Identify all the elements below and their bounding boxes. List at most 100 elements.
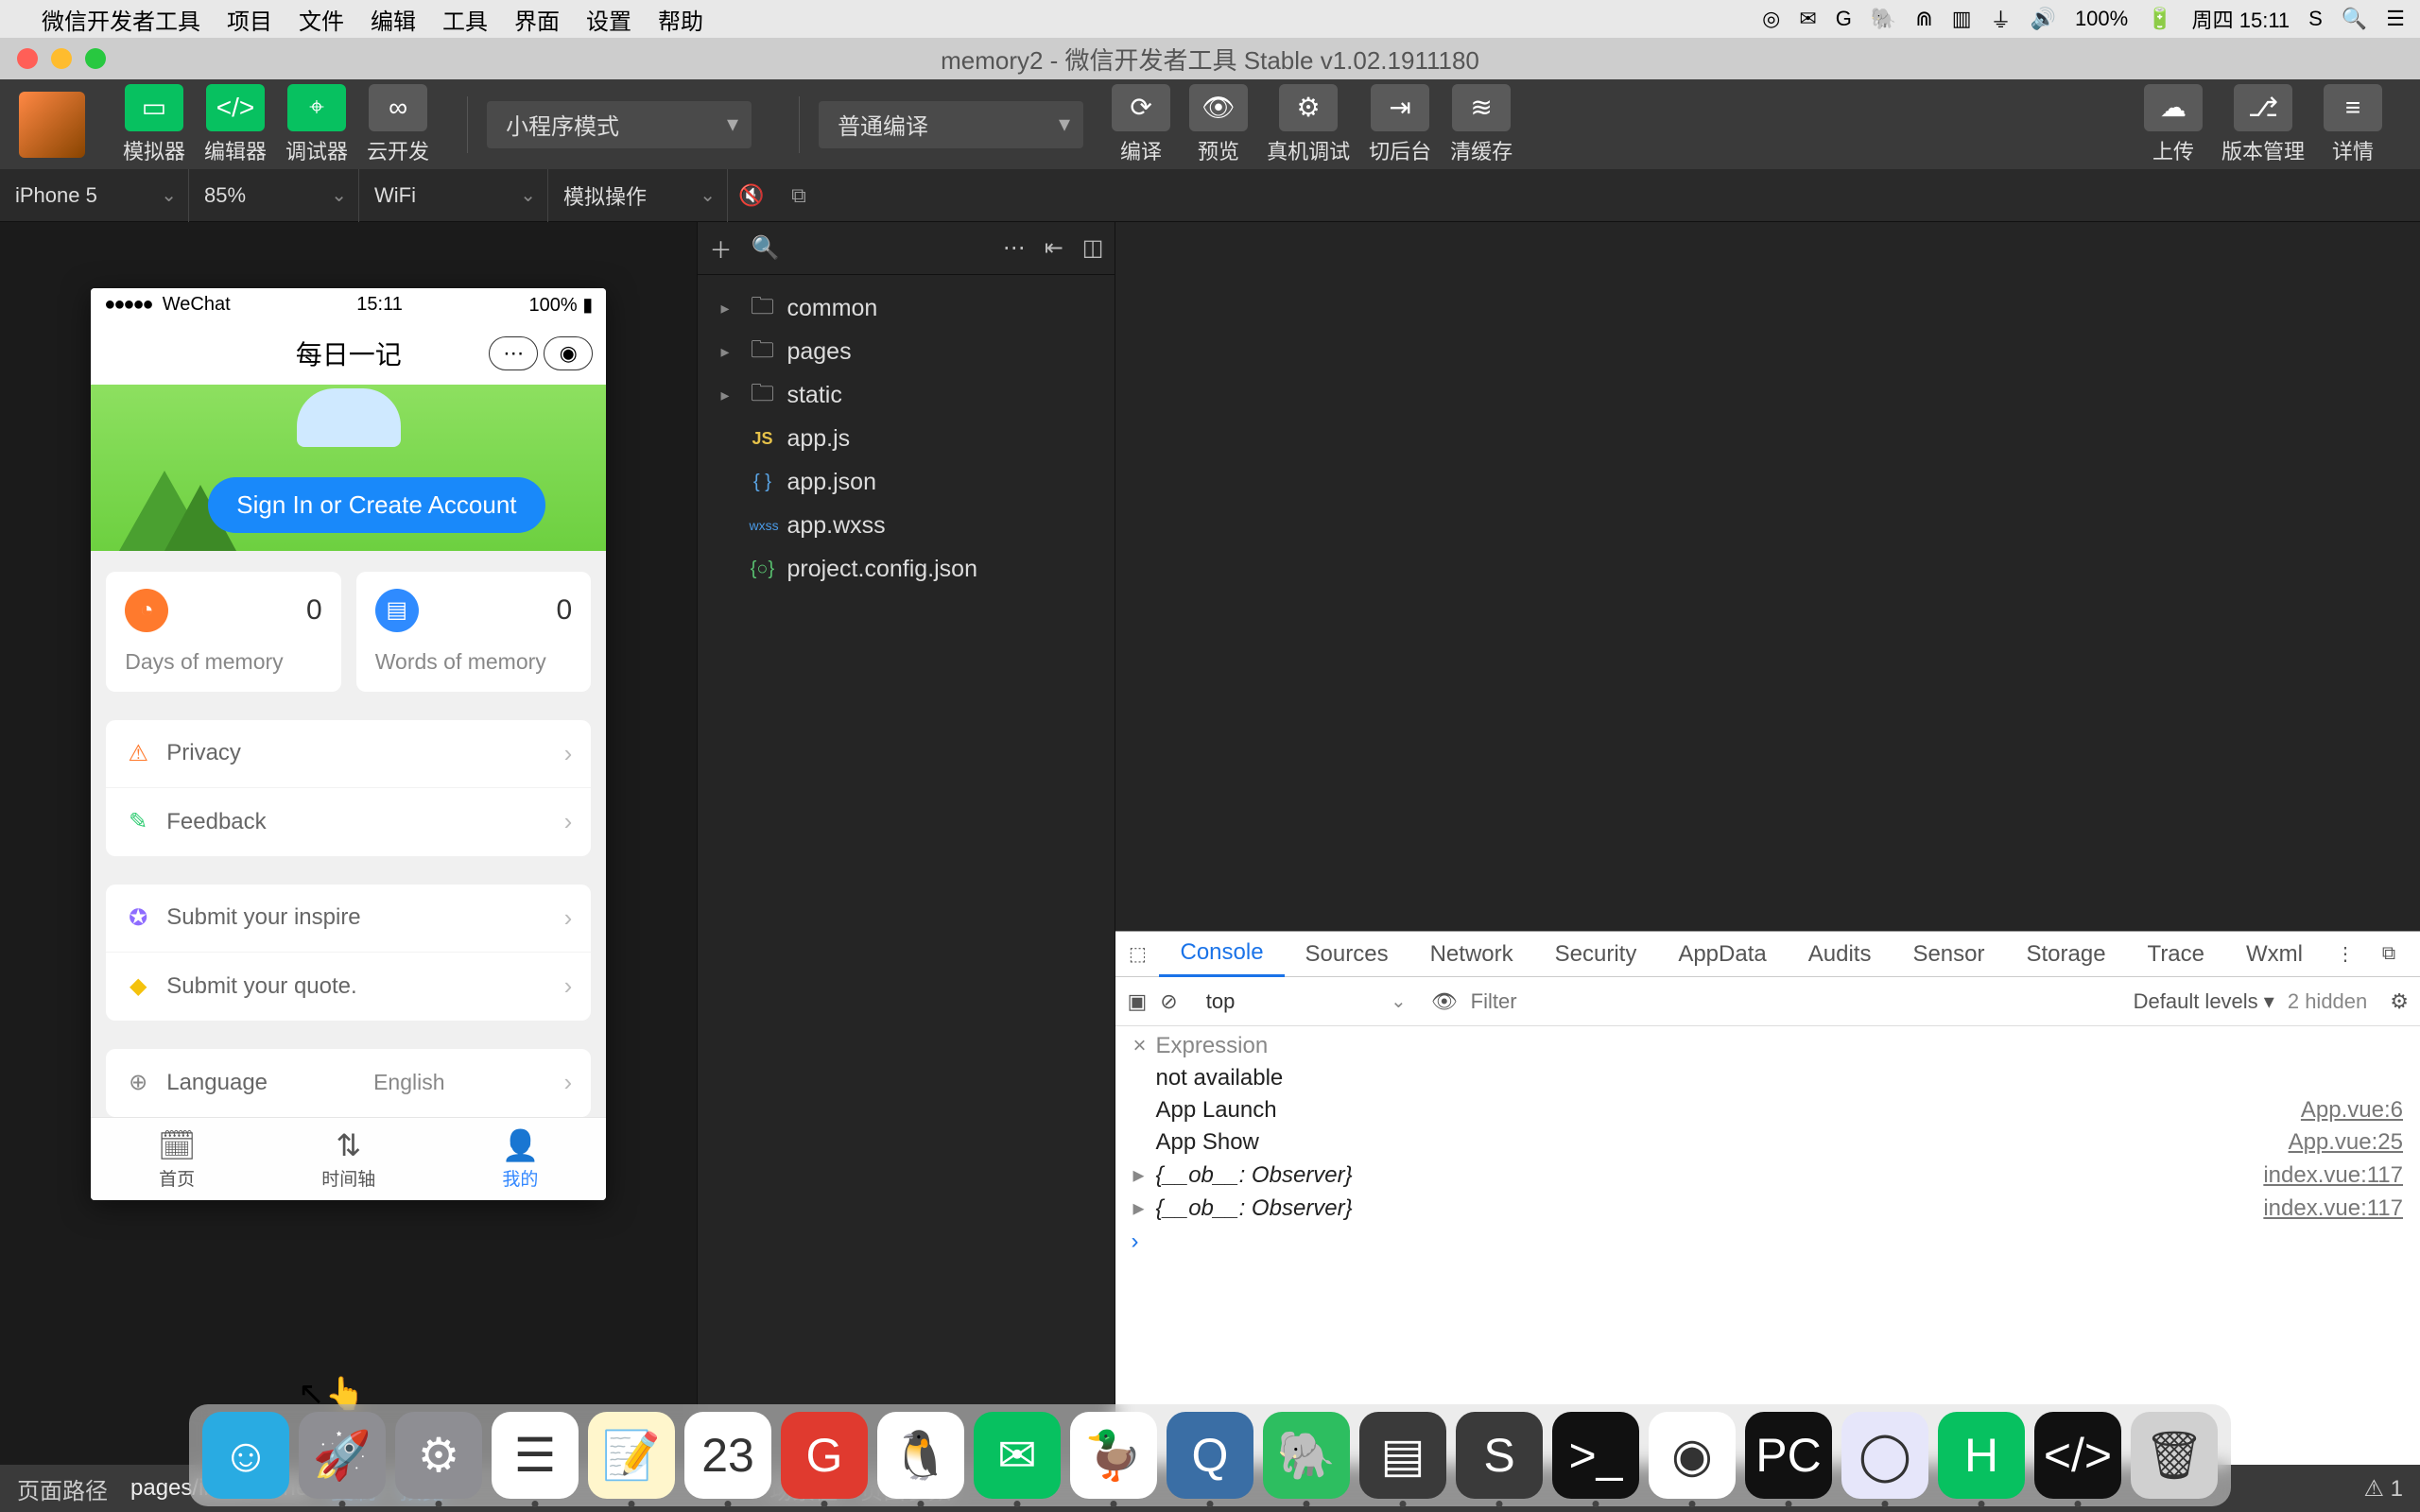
signin-button[interactable]: Sign In or Create Account <box>208 477 544 533</box>
tray-icon[interactable]: ✉ <box>1799 7 1816 31</box>
menubar-item[interactable]: 文件 <box>299 3 344 36</box>
compile-button[interactable]: ⟳ <box>1112 84 1170 131</box>
mp-close-icon[interactable]: ◉ <box>544 336 593 370</box>
list-row[interactable]: ✎Feedback› <box>106 788 591 856</box>
menubar-item[interactable]: 工具 <box>442 3 488 36</box>
folder-node[interactable]: ▸🗀common <box>698 286 1115 330</box>
file-node[interactable]: { }app.json <box>698 460 1115 504</box>
dock-notes[interactable]: 📝 <box>588 1412 675 1499</box>
element-picker-icon[interactable]: ⬚ <box>1115 942 1159 966</box>
folder-node[interactable]: ▸🗀pages <box>698 330 1115 373</box>
tray-icon[interactable]: ◎ <box>1762 7 1780 31</box>
dock-quicktime[interactable]: Q <box>1167 1412 1253 1499</box>
dock-wps[interactable]: G <box>781 1412 868 1499</box>
devtools-tab[interactable]: Sensor <box>1892 932 2005 977</box>
menubar-app[interactable]: 微信开发者工具 <box>42 3 200 36</box>
editor-toggle[interactable]: </> <box>206 84 265 131</box>
dock-eclipse[interactable]: ◯ <box>1841 1412 1928 1499</box>
menubar-item[interactable]: 帮助 <box>658 3 703 36</box>
console-prompt[interactable]: › <box>1115 1225 2420 1259</box>
devtools-tab[interactable]: AppData <box>1657 932 1787 977</box>
compile-mode-select[interactable]: 普通编译 <box>819 101 1083 148</box>
wifi-icon[interactable]: ⏚ <box>1991 4 2012 34</box>
source-link[interactable]: index.vue:117 <box>2263 1162 2403 1189</box>
menubar-item[interactable]: 设置 <box>586 3 631 36</box>
console-settings-icon[interactable]: ⚙ <box>2390 989 2409 1014</box>
search-icon[interactable]: 🔍 <box>2342 7 2367 31</box>
devtools-tab[interactable]: Storage <box>2005 932 2126 977</box>
tray-icon[interactable]: ▥ <box>1952 7 1972 31</box>
dock-terminal[interactable]: >_ <box>1552 1412 1639 1499</box>
mode-select[interactable]: 小程序模式 <box>487 101 752 148</box>
dock-settings[interactable]: ⚙ <box>395 1412 482 1499</box>
list-row[interactable]: ⊕LanguageEnglish› <box>106 1049 591 1117</box>
dock-chrome[interactable]: ◉ <box>1649 1412 1736 1499</box>
dock-weibo[interactable]: 🦆 <box>1070 1412 1157 1499</box>
debugger-toggle[interactable]: ⌖ <box>287 84 346 131</box>
explorer-collapse-icon[interactable]: ⇤ <box>1045 234 1063 262</box>
menubar-item[interactable]: 编辑 <box>371 3 416 36</box>
dock-devtools[interactable]: </> <box>2034 1412 2121 1499</box>
devtools-tab[interactable]: Wxml <box>2225 932 2324 977</box>
network-select[interactable]: WiFi <box>359 169 548 222</box>
devtools-tab[interactable]: Network <box>1409 932 1534 977</box>
dock-qq[interactable]: 🐧 <box>877 1412 964 1499</box>
tray-icon[interactable]: 🐘 <box>1871 7 1896 31</box>
expand-caret-icon[interactable]: ▸ <box>1132 1161 1155 1189</box>
stat-card[interactable]: ◔0 Days of memory <box>106 572 341 692</box>
mock-select[interactable]: 模拟操作 <box>548 169 728 222</box>
hidden-count[interactable]: 2 hidden <box>2288 989 2367 1014</box>
dock-wechat[interactable]: ✉ <box>974 1412 1061 1499</box>
dock-hbuilder[interactable]: H <box>1938 1412 2025 1499</box>
source-link[interactable]: index.vue:117 <box>2263 1195 2403 1222</box>
devtools-tab[interactable]: Security <box>1534 932 1658 977</box>
folder-node[interactable]: ▸🗀static <box>698 373 1115 417</box>
tab-timeline[interactable]: ⇅时间轴 <box>263 1118 435 1200</box>
menubar-item[interactable]: 项目 <box>227 3 272 36</box>
explorer-search-icon[interactable]: 🔍 <box>751 234 779 262</box>
dock-evernote[interactable]: 🐘 <box>1263 1412 1350 1499</box>
tray-icon[interactable]: S <box>2308 7 2323 31</box>
tray-icon[interactable]: ⋒ <box>1915 7 1932 31</box>
list-row[interactable]: ✪Submit your inspire› <box>106 885 591 953</box>
dock-sublime[interactable]: S <box>1456 1412 1543 1499</box>
devtools-tab[interactable]: Sources <box>1285 932 1409 977</box>
source-link[interactable]: App.vue:25 <box>2289 1129 2403 1156</box>
device-select[interactable]: iPhone 5 <box>0 169 189 222</box>
rotate-icon[interactable]: ⧉ <box>775 169 822 222</box>
tray-icon[interactable]: G <box>1836 7 1852 31</box>
devtools-tab[interactable]: Audits <box>1788 932 1893 977</box>
dock-reminders[interactable]: ☰ <box>492 1412 579 1499</box>
details-button[interactable]: ≡ <box>2324 84 2382 131</box>
file-node[interactable]: wxssapp.wxss <box>698 504 1115 547</box>
devtools-tab[interactable]: Console <box>1159 932 1284 977</box>
preview-button[interactable]: 👁 <box>1189 84 1248 131</box>
dock-finder[interactable]: ☺ <box>202 1412 289 1499</box>
console-filter-input[interactable] <box>1471 989 2120 1014</box>
file-node[interactable]: {○}project.config.json <box>698 547 1115 591</box>
version-button[interactable]: ⎇ <box>2234 84 2292 131</box>
upload-button[interactable]: ☁ <box>2144 84 2203 131</box>
dock-trash[interactable]: 🗑 <box>2131 1412 2218 1499</box>
dock-iterm[interactable]: ▤ <box>1359 1412 1446 1499</box>
close-icon[interactable]: × <box>1132 1033 1155 1059</box>
list-row[interactable]: ⚠Privacy› <box>106 720 591 788</box>
devtools-more-icon[interactable]: ⋮ <box>2324 942 2367 966</box>
zoom-select[interactable]: 85% <box>189 169 359 222</box>
stat-card[interactable]: ▤0 Words of memory <box>356 572 592 692</box>
tab-mine[interactable]: 👤我的 <box>435 1118 607 1200</box>
simulator-toggle[interactable]: ▭ <box>125 84 183 131</box>
tab-home[interactable]: 🗓首页 <box>91 1118 263 1200</box>
devtools-tab[interactable]: Trace <box>2127 932 2225 977</box>
file-node[interactable]: JSapp.js <box>698 417 1115 460</box>
cloud-button[interactable]: ∞ <box>369 84 427 131</box>
console-toggle-icon[interactable]: ▣ <box>1127 989 1147 1014</box>
remote-debug-button[interactable]: ⚙ <box>1279 84 1338 131</box>
source-link[interactable]: App.vue:6 <box>2301 1097 2403 1124</box>
mute-icon[interactable]: 🔇 <box>728 169 775 222</box>
log-levels-select[interactable]: Default levels ▾ <box>2134 989 2274 1014</box>
live-expression-icon[interactable]: 👁 <box>1431 989 1458 1014</box>
explorer-more-icon[interactable]: ⋯ <box>1003 234 1026 262</box>
dock-launchpad[interactable]: 🚀 <box>299 1412 386 1499</box>
dock-pycharm[interactable]: PC <box>1745 1412 1832 1499</box>
